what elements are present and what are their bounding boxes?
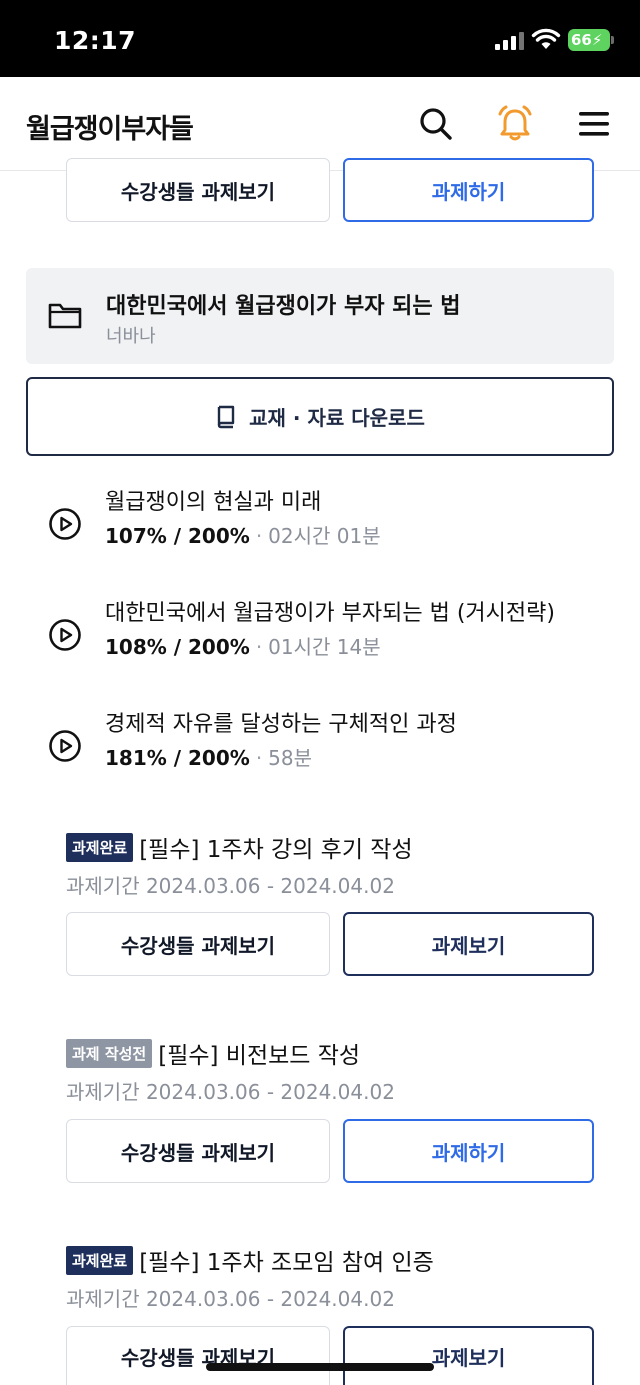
lesson-progress: 107% / 200%	[105, 524, 250, 548]
status-bar: 12:17 66⚡	[0, 0, 640, 77]
battery-icon: 66⚡	[568, 29, 610, 51]
book-icon	[217, 405, 235, 428]
task-title: [필수] 비전보드 작성	[158, 1043, 361, 1069]
do-task-button[interactable]: 과제하기	[343, 1119, 594, 1183]
app-logo[interactable]: 월급쟁이부자들	[26, 107, 194, 146]
play-circle-icon	[49, 730, 81, 762]
course-author: 너바나	[106, 326, 156, 347]
separator-dot: ·	[255, 524, 263, 548]
lesson-progress: 108% / 200%	[105, 635, 250, 659]
do-task-button[interactable]: 과제하기	[343, 158, 594, 222]
lesson-meta: 107% / 200% · 02시간 01분	[105, 520, 381, 549]
view-student-tasks-button[interactable]: 수강생들 과제보기	[66, 158, 330, 222]
task-title: [필수] 1주차 조모임 참여 인증	[139, 1250, 434, 1276]
separator-dot: ·	[255, 746, 263, 770]
view-student-tasks-button[interactable]: 수강생들 과제보기	[66, 1326, 330, 1385]
play-circle-icon	[49, 508, 81, 540]
task-period: 과제기간 2024.03.06 - 2024.04.02	[66, 1080, 395, 1104]
wifi-icon	[531, 28, 561, 49]
play-circle-icon	[49, 619, 81, 651]
task-period: 과제기간 2024.03.06 - 2024.04.02	[66, 1287, 395, 1311]
lesson-duration: 58분	[268, 746, 313, 770]
task-item: 과제완료 [필수] 1주차 조모임 참여 인증 과제기간 2024.03.06 -…	[66, 1243, 606, 1312]
download-materials-button[interactable]: 교재 · 자료 다운로드	[26, 377, 614, 456]
view-student-tasks-button[interactable]: 수강생들 과제보기	[66, 912, 330, 976]
cellular-signal-icon	[495, 32, 525, 50]
task-status-badge: 과제 작성전	[66, 1038, 153, 1068]
lesson-item[interactable]: 대한민국에서 월급쟁이가 부자되는 법 (거시전략) 108% / 200% · 0…	[0, 595, 640, 675]
view-task-button[interactable]: 과제보기	[343, 1326, 594, 1385]
notification-button[interactable]	[495, 102, 535, 146]
lesson-item[interactable]: 경제적 자유를 달성하는 구체적인 과정 181% / 200% · 58분	[0, 706, 640, 786]
home-indicator	[206, 1363, 434, 1371]
status-time: 12:17	[54, 26, 137, 55]
lesson-progress: 181% / 200%	[105, 746, 250, 770]
search-button[interactable]	[416, 102, 456, 146]
task-title: [필수] 1주차 강의 후기 작성	[139, 837, 413, 863]
lesson-title: 경제적 자유를 달성하는 구체적인 과정	[105, 712, 457, 737]
lesson-title: 월급쟁이의 현실과 미래	[105, 490, 322, 515]
view-task-button[interactable]: 과제보기	[343, 912, 594, 976]
view-student-tasks-button[interactable]: 수강생들 과제보기	[66, 1119, 330, 1183]
app-header: 월급쟁이부자들	[0, 77, 640, 171]
battery-level: 66	[571, 31, 592, 49]
lesson-meta: 108% / 200% · 01시간 14분	[105, 631, 381, 660]
download-label: 교재 · 자료 다운로드	[249, 406, 425, 430]
lesson-duration: 01시간 14분	[268, 635, 381, 659]
task-item: 과제 작성전 [필수] 비전보드 작성 과제기간 2024.03.06 - 202…	[66, 1036, 606, 1105]
search-icon	[420, 108, 452, 140]
course-folder-card[interactable]: 대한민국에서 월급쟁이가 부자 되는 법 너바나	[26, 268, 614, 364]
separator-dot: ·	[255, 635, 263, 659]
menu-icon	[579, 112, 609, 136]
lesson-meta: 181% / 200% · 58분	[105, 742, 312, 771]
lesson-item[interactable]: 월급쟁이의 현실과 미래 107% / 200% · 02시간 01분	[0, 484, 640, 564]
battery-tip	[611, 36, 614, 44]
course-title: 대한민국에서 월급쟁이가 부자 되는 법	[106, 294, 461, 319]
task-heading: 과제완료 [필수] 1주차 조모임 참여 인증	[66, 1243, 606, 1277]
task-status-badge: 과제완료	[66, 1245, 134, 1275]
task-item: 과제완료 [필수] 1주차 강의 후기 작성 과제기간 2024.03.06 - …	[66, 830, 606, 899]
bell-icon	[498, 105, 532, 141]
folder-icon	[48, 303, 82, 329]
task-heading: 과제완료 [필수] 1주차 강의 후기 작성	[66, 830, 606, 864]
task-heading: 과제 작성전 [필수] 비전보드 작성	[66, 1036, 606, 1070]
lesson-duration: 02시간 01분	[268, 524, 381, 548]
menu-button[interactable]	[574, 102, 614, 146]
task-period: 과제기간 2024.03.06 - 2024.04.02	[66, 874, 395, 898]
lesson-title: 대한민국에서 월급쟁이가 부자되는 법 (거시전략)	[105, 601, 555, 626]
task-status-badge: 과제완료	[66, 832, 134, 862]
